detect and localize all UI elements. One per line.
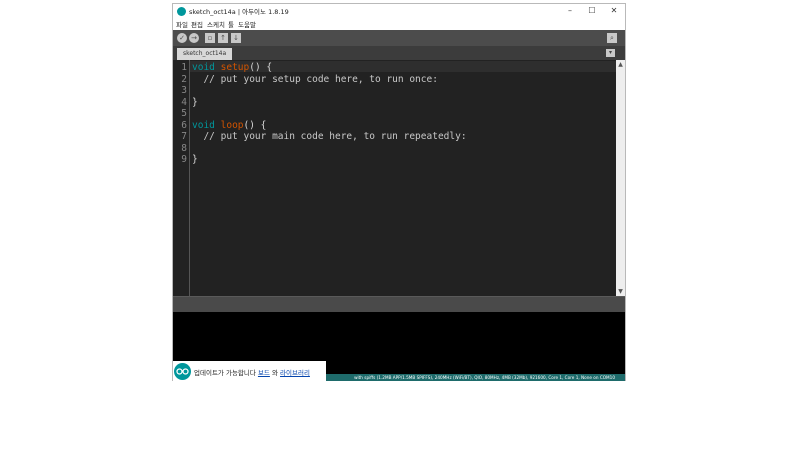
- arduino-logo-icon: [174, 363, 191, 380]
- code-line: void setup() {: [192, 62, 272, 73]
- keyword-token: void: [192, 119, 215, 131]
- notice-text: 와: [269, 369, 281, 377]
- title-bar: sketch_oct14a | 아두이노 1.8.19 – ☐ ✕: [173, 4, 625, 18]
- menu-sketch[interactable]: 스케치: [207, 19, 225, 29]
- close-button[interactable]: ✕: [603, 4, 625, 18]
- line-number-gutter: 1 2 3 4 5 6 7 8 9: [173, 60, 190, 296]
- line-number: 1: [181, 62, 187, 73]
- line-number: 9: [181, 154, 187, 165]
- notice-text: 업데이트가 가능합니다: [194, 369, 258, 377]
- code-token: () {: [243, 119, 267, 131]
- menu-tools[interactable]: 툴: [228, 19, 234, 29]
- line-number: 3: [181, 85, 187, 96]
- scroll-down-icon[interactable]: ▼: [616, 287, 625, 296]
- save-icon[interactable]: ↓: [231, 33, 241, 43]
- boards-link[interactable]: 보드: [258, 369, 270, 377]
- code-comment: // put your setup code here, to run once…: [192, 73, 438, 85]
- code-editor[interactable]: 1 2 3 4 5 6 7 8 9 void setup() { // put …: [173, 60, 625, 296]
- line-number: 7: [181, 131, 187, 142]
- code-line: }: [192, 96, 198, 108]
- line-number: 2: [181, 73, 187, 85]
- verify-icon[interactable]: ✓: [177, 33, 187, 43]
- update-notification: 업데이트가 가능합니다 보드 와 라이브러리: [173, 361, 326, 381]
- line-number: 6: [181, 119, 187, 131]
- open-icon[interactable]: ↑: [218, 33, 228, 43]
- tab-sketch[interactable]: sketch_oct14a: [177, 48, 233, 60]
- menu-file[interactable]: 파일: [176, 19, 188, 29]
- editor-scrollbar[interactable]: ▲ ▼: [616, 60, 625, 296]
- arduino-ide-window: sketch_oct14a | 아두이노 1.8.19 – ☐ ✕ 파일 편집 …: [172, 3, 626, 381]
- new-icon[interactable]: ▫: [205, 33, 215, 43]
- tab-strip: sketch_oct14a ▾: [173, 46, 625, 60]
- menu-edit[interactable]: 편집: [191, 19, 203, 29]
- code-line: }: [192, 154, 198, 165]
- keyword-token: void: [192, 62, 215, 73]
- line-number: 5: [181, 108, 187, 119]
- tab-menu-icon[interactable]: ▾: [606, 49, 615, 57]
- minimize-button[interactable]: –: [559, 4, 581, 18]
- code-comment: // put your main code here, to run repea…: [192, 131, 467, 142]
- code-line: void loop() {: [192, 120, 266, 131]
- line-number: 4: [181, 96, 187, 108]
- console-divider[interactable]: [173, 296, 625, 313]
- menu-bar: 파일 편집 스케치 툴 도움말: [173, 18, 625, 30]
- libraries-link[interactable]: 라이브러리: [280, 369, 310, 377]
- maximize-button[interactable]: ☐: [581, 4, 603, 18]
- scroll-up-icon[interactable]: ▲: [616, 60, 625, 69]
- serial-monitor-icon[interactable]: ⌕: [607, 33, 617, 43]
- function-token: loop: [220, 119, 244, 131]
- toolbar: ✓ → ▫ ↑ ↓ ⌕: [173, 30, 625, 46]
- arduino-logo-icon: [177, 7, 186, 16]
- code-token: () {: [249, 62, 273, 73]
- line-number: 8: [181, 142, 187, 154]
- board-status-text: with spiffs (1.2MB APP/1.5MB SPIFFS), 24…: [354, 375, 615, 380]
- window-title: sketch_oct14a | 아두이노 1.8.19: [189, 8, 289, 16]
- function-token: setup: [220, 62, 250, 73]
- upload-icon[interactable]: →: [189, 33, 199, 43]
- menu-help[interactable]: 도움말: [238, 19, 256, 29]
- notification-message: 업데이트가 가능합니다 보드 와 라이브러리: [194, 367, 310, 377]
